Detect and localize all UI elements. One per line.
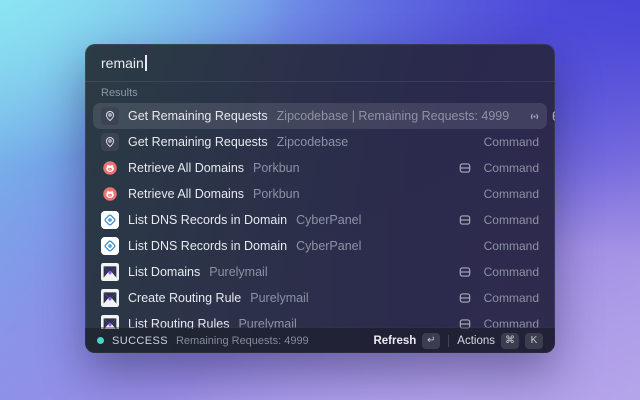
card-icon: [458, 265, 472, 279]
item-type: Command: [484, 265, 539, 279]
k-key-icon: K: [525, 333, 543, 349]
item-type: Command: [484, 187, 539, 201]
item-subtitle: Porkbun: [253, 187, 300, 201]
status-dot: [97, 337, 104, 344]
text-cursor: [145, 55, 147, 71]
item-subtitle: CyberPanel: [296, 213, 361, 227]
status-detail: Remaining Requests: 4999: [176, 335, 309, 347]
footer-divider: [448, 335, 449, 347]
item-title: Get Remaining Requests: [128, 135, 268, 149]
status-bar: SUCCESS Remaining Requests: 4999 Refresh…: [85, 327, 555, 353]
list-item[interactable]: List Domains Purelymail Command: [93, 259, 547, 285]
zipcodebase-icon: [101, 133, 119, 151]
return-key-icon: ↵: [422, 333, 440, 349]
search-input[interactable]: remain: [85, 44, 555, 81]
porkbun-icon: [101, 159, 119, 177]
item-subtitle: Porkbun: [253, 161, 300, 175]
item-title: Get Remaining Requests: [128, 109, 268, 123]
cyberpanel-icon: [101, 211, 119, 229]
results-list: Get Remaining Requests Zipcodebase | Rem…: [85, 103, 555, 329]
item-type: Command: [484, 161, 539, 175]
item-subtitle: Purelymail: [209, 265, 267, 279]
item-type: Command: [484, 291, 539, 305]
item-type: Command: [484, 239, 539, 253]
card-icon: [458, 213, 472, 227]
item-subtitle: Zipcodebase: [277, 135, 349, 149]
list-item[interactable]: Get Remaining Requests Zipcodebase | Rem…: [93, 103, 547, 129]
card-icon: [458, 291, 472, 305]
item-title: Retrieve All Domains: [128, 187, 244, 201]
refresh-label: Refresh: [373, 335, 416, 347]
actions-button[interactable]: Actions ⌘ K: [457, 333, 543, 349]
porkbun-icon: [101, 185, 119, 203]
item-subtitle: Purelymail: [250, 291, 308, 305]
purelymail-icon: [101, 289, 119, 307]
item-title: Retrieve All Domains: [128, 161, 244, 175]
list-item[interactable]: Create Routing Rule Purelymail Command: [93, 285, 547, 311]
search-value: remain: [101, 55, 144, 71]
list-item[interactable]: Get Remaining Requests Zipcodebase Comma…: [93, 129, 547, 155]
command-palette-window: remain Results Get Remaining Requests Zi…: [85, 44, 555, 353]
item-title: Create Routing Rule: [128, 291, 241, 305]
zipcodebase-icon: [101, 107, 119, 125]
item-subtitle: Zipcodebase | Remaining Requests: 4999: [277, 109, 510, 123]
list-item[interactable]: List DNS Records in Domain CyberPanel Co…: [93, 207, 547, 233]
cyberpanel-icon: [101, 237, 119, 255]
item-title: List DNS Records in Domain: [128, 213, 287, 227]
list-item[interactable]: Retrieve All Domains Porkbun Command: [93, 181, 547, 207]
item-type: Command: [484, 135, 539, 149]
item-type: Command: [484, 213, 539, 227]
status-label: SUCCESS: [112, 335, 168, 347]
card-icon: [458, 161, 472, 175]
list-item[interactable]: Retrieve All Domains Porkbun Command: [93, 155, 547, 181]
item-title: List Domains: [128, 265, 200, 279]
actions-label: Actions: [457, 335, 495, 347]
card-icon: [551, 109, 555, 123]
desktop: { "window": { "search": { "value": "rema…: [0, 0, 640, 400]
purelymail-icon: [101, 263, 119, 281]
command-key-icon: ⌘: [501, 333, 519, 349]
item-title: List DNS Records in Domain: [128, 239, 287, 253]
item-subtitle: CyberPanel: [296, 239, 361, 253]
refresh-button[interactable]: Refresh ↵: [373, 333, 440, 349]
results-section-header: Results: [85, 82, 555, 103]
list-item[interactable]: List DNS Records in Domain CyberPanel Co…: [93, 233, 547, 259]
broadcast-icon: [527, 109, 542, 124]
